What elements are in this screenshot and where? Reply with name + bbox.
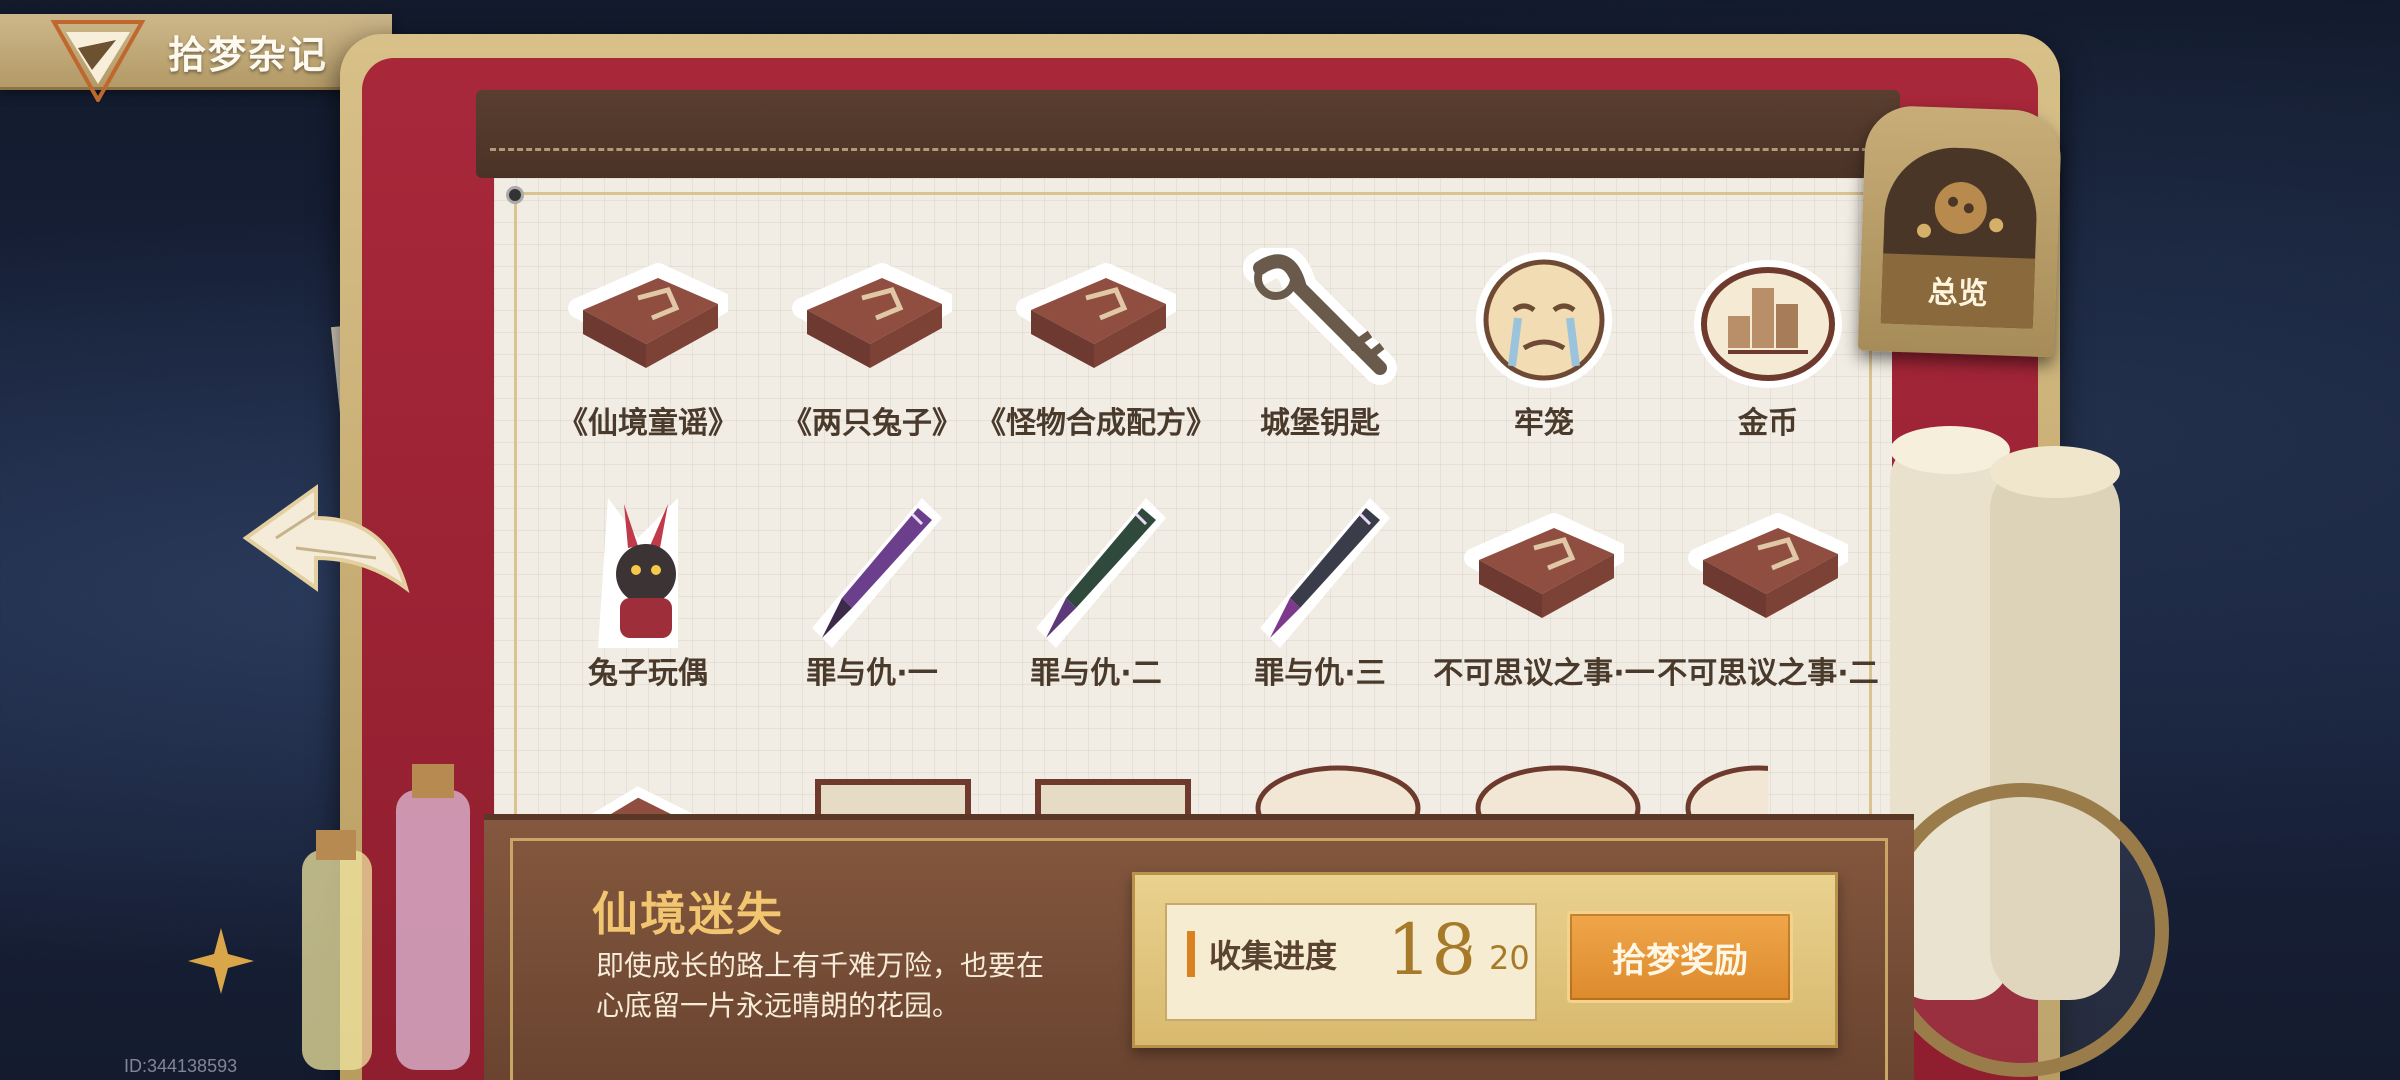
dream-logo-icon — [50, 20, 146, 102]
book-icon — [1688, 513, 1848, 618]
book-icon — [568, 263, 728, 368]
progress-label: 收集进度 — [1209, 937, 1338, 975]
leather-strip — [476, 90, 1900, 178]
overview-label: 总览 — [1927, 274, 1989, 312]
item-label: 《两只兔子》 — [782, 406, 962, 441]
overview-emblem-icon — [1916, 182, 2004, 238]
title-bar: 拾梦杂记 — [0, 14, 392, 102]
item-label: 不可思议之事·一 — [1433, 656, 1655, 691]
chapter-description: 即使成长的路上有千难万险，也要在 心底留一片永远晴朗的花园。 — [596, 946, 1116, 1026]
bottles-decoration — [302, 764, 470, 1070]
page-title: 拾梦杂记 — [168, 32, 329, 77]
item-label: 罪与仇·二 — [1030, 656, 1162, 691]
dagger-icon — [1036, 498, 1166, 648]
collection-item[interactable]: 罪与仇·三 — [1210, 498, 1430, 728]
book-icon — [792, 263, 952, 368]
item-label: 罪与仇·一 — [806, 656, 938, 691]
progress-card: 收集进度 18 / 20 拾梦奖励 — [1132, 872, 1838, 1048]
chapter-description-line: 心底留一片永远晴朗的花园。 — [596, 989, 961, 1022]
star-decoration-icon — [188, 928, 254, 994]
chapter-description-line: 即使成长的路上有千难万险，也要在 — [596, 949, 1045, 982]
dagger-icon — [812, 498, 942, 648]
partial-item-row — [585, 765, 1768, 818]
item-label: 兔子玩偶 — [588, 656, 708, 691]
key-icon — [1243, 248, 1397, 385]
item-label: 城堡钥匙 — [1260, 406, 1380, 441]
dream-reward-button[interactable]: 拾梦奖励 — [1567, 911, 1793, 1003]
progress-separator: / — [1461, 939, 1472, 977]
collection-item[interactable]: 《仙境童谣》 — [538, 248, 758, 478]
collection-paper[interactable]: 《仙境童谣》 《两只兔子》 《怪物合成配方》 城堡钥匙 牢笼 金币 兔子玩偶 罪… — [494, 178, 1892, 818]
item-label: 《怪物合成配方》 — [976, 406, 1216, 441]
collection-item[interactable]: 罪与仇·二 — [986, 498, 1206, 728]
item-label: 罪与仇·三 — [1254, 656, 1386, 691]
dagger-icon — [1260, 498, 1390, 648]
progress-accent-bar — [1187, 931, 1195, 977]
collection-item[interactable]: 牢笼 — [1434, 248, 1654, 478]
book-icon — [1016, 263, 1176, 368]
collection-item[interactable]: 《两只兔子》 — [762, 248, 982, 478]
back-arrow-icon[interactable] — [236, 478, 416, 618]
collection-item[interactable]: 兔子玩偶 — [538, 498, 758, 728]
player-id: ID:344138593 — [124, 1056, 238, 1076]
collection-item[interactable]: 不可思议之事·二 — [1657, 498, 1879, 728]
item-label: 《仙境童谣》 — [558, 406, 738, 441]
crying-face-icon — [1476, 252, 1612, 388]
progress-box: 收集进度 18 / 20 — [1165, 903, 1537, 1021]
collection-item[interactable]: 不可思议之事·一 — [1433, 498, 1655, 728]
collection-item[interactable]: 罪与仇·一 — [762, 498, 982, 728]
rabbit-doll-icon — [598, 498, 678, 648]
overview-emblem: 总览 — [1880, 145, 2039, 329]
coins-icon — [1694, 260, 1842, 388]
collection-item[interactable]: 金币 — [1658, 248, 1878, 478]
collection-item[interactable]: 城堡钥匙 — [1210, 248, 1430, 478]
progress-total: 20 — [1489, 939, 1530, 977]
pin-icon — [506, 186, 524, 204]
overview-button[interactable]: 总览 — [1857, 104, 2063, 358]
chapter-title: 仙境迷失 — [592, 887, 784, 941]
item-label: 不可思议之事·二 — [1657, 656, 1879, 691]
collection-item[interactable]: 《怪物合成配方》 — [976, 248, 1216, 478]
book-icon — [1464, 513, 1624, 618]
item-label: 牢笼 — [1514, 406, 1574, 441]
item-label: 金币 — [1738, 406, 1798, 441]
